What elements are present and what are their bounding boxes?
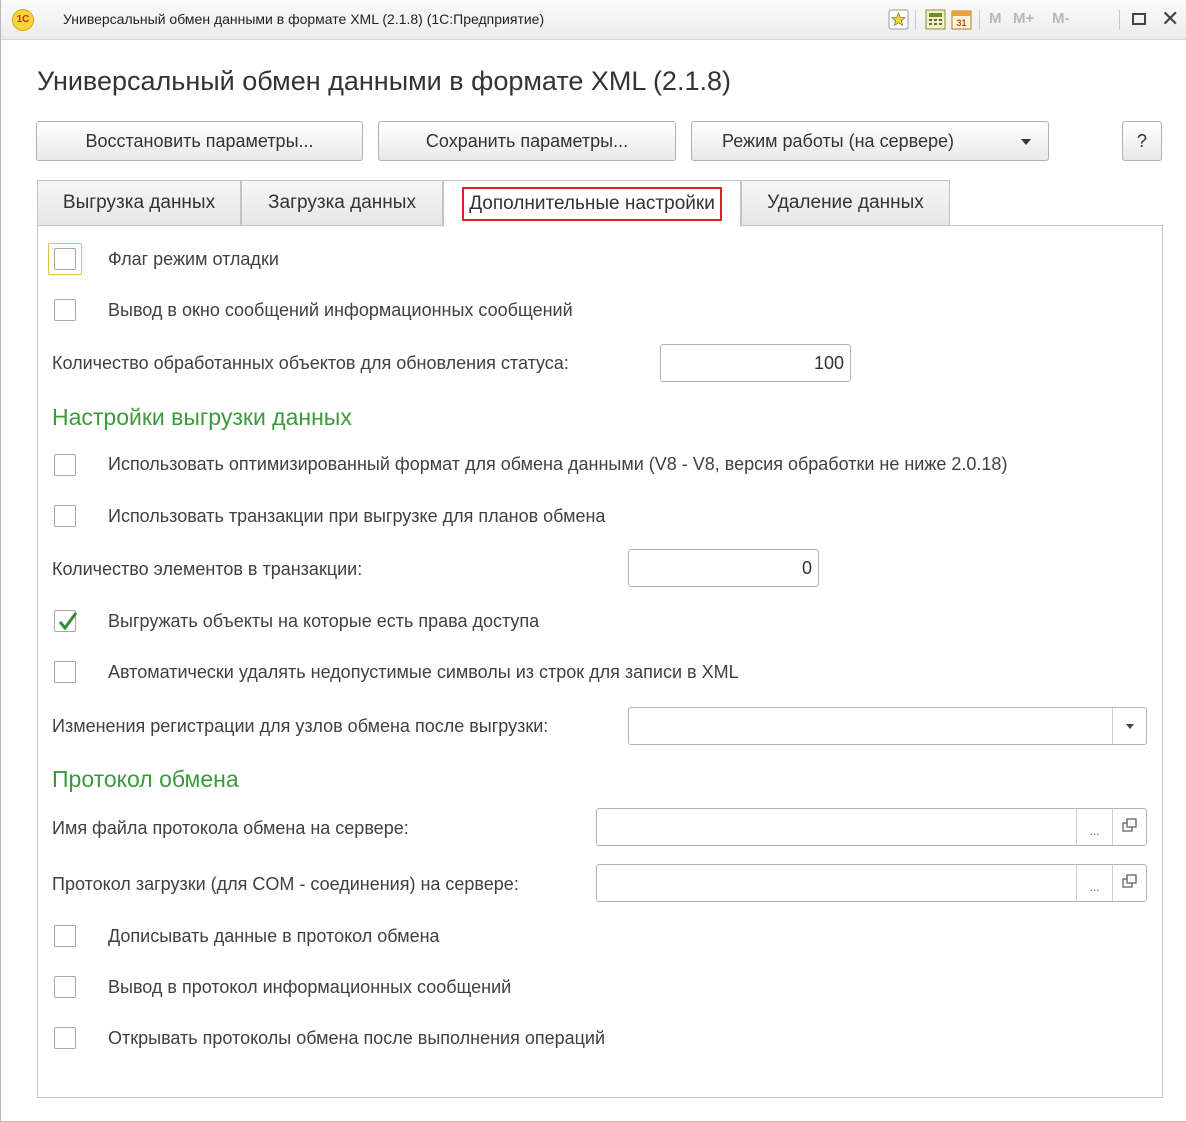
info-messages-checkbox[interactable] [54, 299, 76, 321]
append-protocol-checkbox[interactable] [54, 925, 76, 947]
page-title: Универсальный обмен данными в формате XM… [37, 66, 731, 96]
use-transactions-checkbox[interactable] [54, 505, 76, 527]
info-to-protocol-checkbox[interactable] [54, 976, 76, 998]
append-protocol-label: Дописывать данные в протокол обмена [108, 926, 440, 946]
window-title-bar: 1С Универсальный обмен данными в формате… [1, 0, 1186, 40]
export-section-heading: Настройки выгрузки данных [52, 404, 352, 430]
calendar-icon[interactable]: 31 [951, 9, 972, 30]
com-protocol-label: Протокол загрузки (для COM - соединения)… [52, 874, 519, 894]
protocol-section-heading: Протокол обмена [52, 766, 239, 792]
help-button[interactable]: ? [1122, 121, 1162, 161]
status-count-field[interactable]: 100 [660, 344, 851, 382]
open-after-label: Открывать протоколы обмена после выполне… [108, 1028, 606, 1048]
maximize-icon[interactable] [1132, 13, 1146, 25]
info-messages-label: Вывод в окно сообщений информационных со… [108, 300, 573, 320]
choose-file-button[interactable]: ... [1076, 865, 1112, 901]
tx-count-value: 0 [801, 558, 812, 578]
tab-label: Выгрузка данных [62, 192, 216, 213]
favorites-star-icon[interactable] [888, 9, 909, 30]
close-icon[interactable]: ✕ [1161, 6, 1179, 32]
status-count-value: 100 [813, 353, 844, 373]
registration-change-select[interactable] [628, 707, 1147, 745]
memory-m-button[interactable]: M [989, 10, 1002, 27]
use-transactions-label: Использовать транзакции при выгрузке для… [108, 506, 606, 526]
svg-text:31: 31 [956, 18, 966, 28]
tab-import[interactable]: Загрузка данных [241, 180, 443, 226]
tab-delete[interactable]: Удаление данных [741, 180, 950, 226]
memory-plus-button[interactable]: M+ [1013, 10, 1034, 27]
chevron-down-icon[interactable] [1112, 708, 1146, 744]
save-params-button[interactable]: Сохранить параметры... [378, 121, 676, 161]
open-icon[interactable] [1112, 865, 1146, 901]
calculator-icon[interactable] [925, 9, 946, 30]
debug-flag-label: Флаг режим отладки [108, 249, 279, 269]
strip-symbols-checkbox[interactable] [54, 661, 76, 683]
status-count-label: Количество обработанных объектов для обн… [52, 353, 569, 373]
tab-additional-settings[interactable]: Дополнительные настройки [443, 180, 741, 227]
access-rights-label: Выгружать объекты на которые есть права … [108, 611, 540, 631]
tx-count-field[interactable]: 0 [628, 549, 819, 587]
info-to-protocol-label: Вывод в протокол информационных сообщени… [108, 977, 512, 997]
registration-change-label: Изменения регистрации для узлов обмена п… [52, 716, 549, 736]
checkbox-box [54, 248, 76, 270]
title-separator [915, 10, 916, 30]
mode-label: Режим работы (на сервере) [722, 131, 954, 151]
optimized-format-checkbox[interactable] [54, 454, 76, 476]
tab-label: Дополнительные настройки [462, 187, 722, 221]
app-window: 1С Универсальный обмен данными в формате… [0, 0, 1186, 1122]
server-file-field[interactable]: ... [596, 808, 1147, 846]
tab-export[interactable]: Выгрузка данных [37, 180, 241, 226]
tab-label: Загрузка данных [268, 192, 416, 213]
1c-logo-icon: 1С [12, 9, 34, 31]
memory-minus-button[interactable]: M- [1052, 10, 1070, 27]
optimized-format-label: Использовать оптимизированный формат для… [108, 454, 1008, 474]
com-protocol-field[interactable]: ... [596, 864, 1147, 902]
strip-symbols-label: Автоматически удалять недопустимые симво… [108, 662, 739, 682]
window-title: Универсальный обмен данными в формате XM… [63, 11, 545, 27]
debug-flag-checkbox[interactable] [48, 243, 82, 275]
check-mark-icon [58, 612, 78, 631]
tx-count-label: Количество элементов в транзакции: [52, 559, 363, 579]
open-icon[interactable] [1112, 809, 1146, 845]
server-file-label: Имя файла протокола обмена на сервере: [52, 818, 409, 838]
mode-dropdown-button[interactable]: Режим работы (на сервере) [691, 121, 1049, 161]
choose-file-button[interactable]: ... [1076, 809, 1112, 845]
open-after-checkbox[interactable] [54, 1027, 76, 1049]
access-rights-checkbox[interactable] [54, 610, 78, 632]
title-separator [1119, 10, 1120, 30]
title-separator [979, 10, 980, 30]
chevron-down-icon [1021, 139, 1031, 145]
restore-params-button[interactable]: Восстановить параметры... [36, 121, 363, 161]
tab-label: Удаление данных [767, 192, 924, 213]
